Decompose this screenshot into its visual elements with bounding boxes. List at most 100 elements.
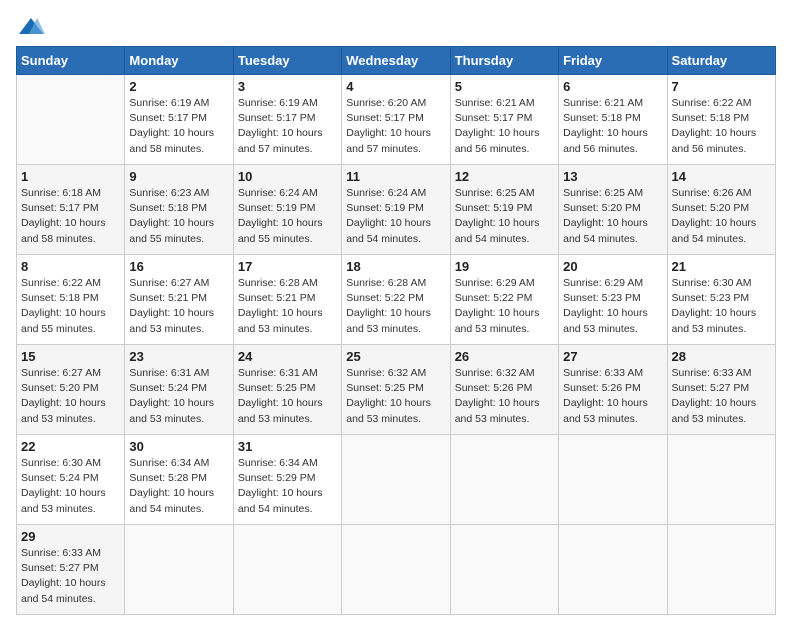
day-info: Sunrise: 6:31 AMSunset: 5:24 PMDaylight:… bbox=[129, 367, 214, 425]
day-number: 15 bbox=[21, 349, 120, 364]
calendar-cell bbox=[450, 435, 558, 525]
day-info: Sunrise: 6:24 AMSunset: 5:19 PMDaylight:… bbox=[346, 187, 431, 245]
day-number: 22 bbox=[21, 439, 120, 454]
day-info: Sunrise: 6:30 AMSunset: 5:24 PMDaylight:… bbox=[21, 457, 106, 515]
calendar-cell: 17 Sunrise: 6:28 AMSunset: 5:21 PMDaylig… bbox=[233, 255, 341, 345]
calendar-cell: 10 Sunrise: 6:24 AMSunset: 5:19 PMDaylig… bbox=[233, 165, 341, 255]
day-number: 24 bbox=[238, 349, 337, 364]
day-info: Sunrise: 6:29 AMSunset: 5:22 PMDaylight:… bbox=[455, 277, 540, 335]
calendar-row: 15 Sunrise: 6:27 AMSunset: 5:20 PMDaylig… bbox=[17, 345, 776, 435]
calendar-cell: 15 Sunrise: 6:27 AMSunset: 5:20 PMDaylig… bbox=[17, 345, 125, 435]
calendar-cell: 31 Sunrise: 6:34 AMSunset: 5:29 PMDaylig… bbox=[233, 435, 341, 525]
day-number: 29 bbox=[21, 529, 120, 544]
day-number: 19 bbox=[455, 259, 554, 274]
day-info: Sunrise: 6:21 AMSunset: 5:18 PMDaylight:… bbox=[563, 97, 648, 155]
day-number: 3 bbox=[238, 79, 337, 94]
logo-icon bbox=[17, 16, 45, 38]
day-info: Sunrise: 6:34 AMSunset: 5:29 PMDaylight:… bbox=[238, 457, 323, 515]
calendar-cell: 26 Sunrise: 6:32 AMSunset: 5:26 PMDaylig… bbox=[450, 345, 558, 435]
day-number: 27 bbox=[563, 349, 662, 364]
day-number: 12 bbox=[455, 169, 554, 184]
calendar-cell bbox=[450, 525, 558, 615]
day-info: Sunrise: 6:30 AMSunset: 5:23 PMDaylight:… bbox=[672, 277, 757, 335]
calendar-row: 1 Sunrise: 6:18 AMSunset: 5:17 PMDayligh… bbox=[17, 165, 776, 255]
day-info: Sunrise: 6:32 AMSunset: 5:25 PMDaylight:… bbox=[346, 367, 431, 425]
day-info: Sunrise: 6:18 AMSunset: 5:17 PMDaylight:… bbox=[21, 187, 106, 245]
day-info: Sunrise: 6:24 AMSunset: 5:19 PMDaylight:… bbox=[238, 187, 323, 245]
day-info: Sunrise: 6:21 AMSunset: 5:17 PMDaylight:… bbox=[455, 97, 540, 155]
day-number: 10 bbox=[238, 169, 337, 184]
day-of-week-header: Tuesday bbox=[233, 47, 341, 75]
day-info: Sunrise: 6:22 AMSunset: 5:18 PMDaylight:… bbox=[21, 277, 106, 335]
calendar-cell: 21 Sunrise: 6:30 AMSunset: 5:23 PMDaylig… bbox=[667, 255, 775, 345]
day-number: 2 bbox=[129, 79, 228, 94]
day-info: Sunrise: 6:27 AMSunset: 5:20 PMDaylight:… bbox=[21, 367, 106, 425]
calendar-cell bbox=[667, 525, 775, 615]
calendar-cell: 4 Sunrise: 6:20 AMSunset: 5:17 PMDayligh… bbox=[342, 75, 450, 165]
calendar-cell: 12 Sunrise: 6:25 AMSunset: 5:19 PMDaylig… bbox=[450, 165, 558, 255]
day-info: Sunrise: 6:32 AMSunset: 5:26 PMDaylight:… bbox=[455, 367, 540, 425]
day-info: Sunrise: 6:19 AMSunset: 5:17 PMDaylight:… bbox=[238, 97, 323, 155]
calendar-cell: 22 Sunrise: 6:30 AMSunset: 5:24 PMDaylig… bbox=[17, 435, 125, 525]
calendar-cell: 27 Sunrise: 6:33 AMSunset: 5:26 PMDaylig… bbox=[559, 345, 667, 435]
day-number: 11 bbox=[346, 169, 445, 184]
day-number: 4 bbox=[346, 79, 445, 94]
calendar-cell: 24 Sunrise: 6:31 AMSunset: 5:25 PMDaylig… bbox=[233, 345, 341, 435]
day-number: 16 bbox=[129, 259, 228, 274]
day-info: Sunrise: 6:22 AMSunset: 5:18 PMDaylight:… bbox=[672, 97, 757, 155]
day-of-week-header: Sunday bbox=[17, 47, 125, 75]
day-of-week-header: Wednesday bbox=[342, 47, 450, 75]
calendar-cell: 25 Sunrise: 6:32 AMSunset: 5:25 PMDaylig… bbox=[342, 345, 450, 435]
day-info: Sunrise: 6:25 AMSunset: 5:19 PMDaylight:… bbox=[455, 187, 540, 245]
day-of-week-header: Friday bbox=[559, 47, 667, 75]
day-of-week-header: Saturday bbox=[667, 47, 775, 75]
day-number: 5 bbox=[455, 79, 554, 94]
calendar-header-row: SundayMondayTuesdayWednesdayThursdayFrid… bbox=[17, 47, 776, 75]
day-info: Sunrise: 6:19 AMSunset: 5:17 PMDaylight:… bbox=[129, 97, 214, 155]
calendar-cell: 11 Sunrise: 6:24 AMSunset: 5:19 PMDaylig… bbox=[342, 165, 450, 255]
calendar-cell: 5 Sunrise: 6:21 AMSunset: 5:17 PMDayligh… bbox=[450, 75, 558, 165]
calendar-cell: 28 Sunrise: 6:33 AMSunset: 5:27 PMDaylig… bbox=[667, 345, 775, 435]
day-info: Sunrise: 6:23 AMSunset: 5:18 PMDaylight:… bbox=[129, 187, 214, 245]
calendar-cell: 6 Sunrise: 6:21 AMSunset: 5:18 PMDayligh… bbox=[559, 75, 667, 165]
day-number: 30 bbox=[129, 439, 228, 454]
calendar-row: 29 Sunrise: 6:33 AMSunset: 5:27 PMDaylig… bbox=[17, 525, 776, 615]
calendar-table: SundayMondayTuesdayWednesdayThursdayFrid… bbox=[16, 46, 776, 615]
day-info: Sunrise: 6:33 AMSunset: 5:27 PMDaylight:… bbox=[21, 547, 106, 605]
day-number: 23 bbox=[129, 349, 228, 364]
calendar-cell bbox=[559, 435, 667, 525]
day-info: Sunrise: 6:31 AMSunset: 5:25 PMDaylight:… bbox=[238, 367, 323, 425]
day-number: 21 bbox=[672, 259, 771, 274]
calendar-cell: 2 Sunrise: 6:19 AMSunset: 5:17 PMDayligh… bbox=[125, 75, 233, 165]
day-number: 14 bbox=[672, 169, 771, 184]
calendar-cell: 18 Sunrise: 6:28 AMSunset: 5:22 PMDaylig… bbox=[342, 255, 450, 345]
calendar-cell: 8 Sunrise: 6:22 AMSunset: 5:18 PMDayligh… bbox=[17, 255, 125, 345]
calendar-row: 8 Sunrise: 6:22 AMSunset: 5:18 PMDayligh… bbox=[17, 255, 776, 345]
calendar-cell bbox=[342, 525, 450, 615]
calendar-cell: 16 Sunrise: 6:27 AMSunset: 5:21 PMDaylig… bbox=[125, 255, 233, 345]
day-number: 17 bbox=[238, 259, 337, 274]
calendar-cell bbox=[559, 525, 667, 615]
calendar-cell: 23 Sunrise: 6:31 AMSunset: 5:24 PMDaylig… bbox=[125, 345, 233, 435]
day-info: Sunrise: 6:33 AMSunset: 5:26 PMDaylight:… bbox=[563, 367, 648, 425]
calendar-cell: 7 Sunrise: 6:22 AMSunset: 5:18 PMDayligh… bbox=[667, 75, 775, 165]
page-header bbox=[16, 16, 776, 38]
day-info: Sunrise: 6:33 AMSunset: 5:27 PMDaylight:… bbox=[672, 367, 757, 425]
calendar-cell: 1 Sunrise: 6:18 AMSunset: 5:17 PMDayligh… bbox=[17, 165, 125, 255]
day-info: Sunrise: 6:29 AMSunset: 5:23 PMDaylight:… bbox=[563, 277, 648, 335]
day-number: 18 bbox=[346, 259, 445, 274]
day-info: Sunrise: 6:20 AMSunset: 5:17 PMDaylight:… bbox=[346, 97, 431, 155]
calendar-cell bbox=[233, 525, 341, 615]
logo bbox=[16, 16, 46, 38]
day-info: Sunrise: 6:28 AMSunset: 5:22 PMDaylight:… bbox=[346, 277, 431, 335]
day-number: 6 bbox=[563, 79, 662, 94]
day-number: 20 bbox=[563, 259, 662, 274]
calendar-cell: 30 Sunrise: 6:34 AMSunset: 5:28 PMDaylig… bbox=[125, 435, 233, 525]
calendar-cell bbox=[17, 75, 125, 165]
calendar-row: 22 Sunrise: 6:30 AMSunset: 5:24 PMDaylig… bbox=[17, 435, 776, 525]
calendar-cell bbox=[667, 435, 775, 525]
calendar-cell: 19 Sunrise: 6:29 AMSunset: 5:22 PMDaylig… bbox=[450, 255, 558, 345]
day-number: 9 bbox=[129, 169, 228, 184]
calendar-cell: 20 Sunrise: 6:29 AMSunset: 5:23 PMDaylig… bbox=[559, 255, 667, 345]
day-number: 28 bbox=[672, 349, 771, 364]
